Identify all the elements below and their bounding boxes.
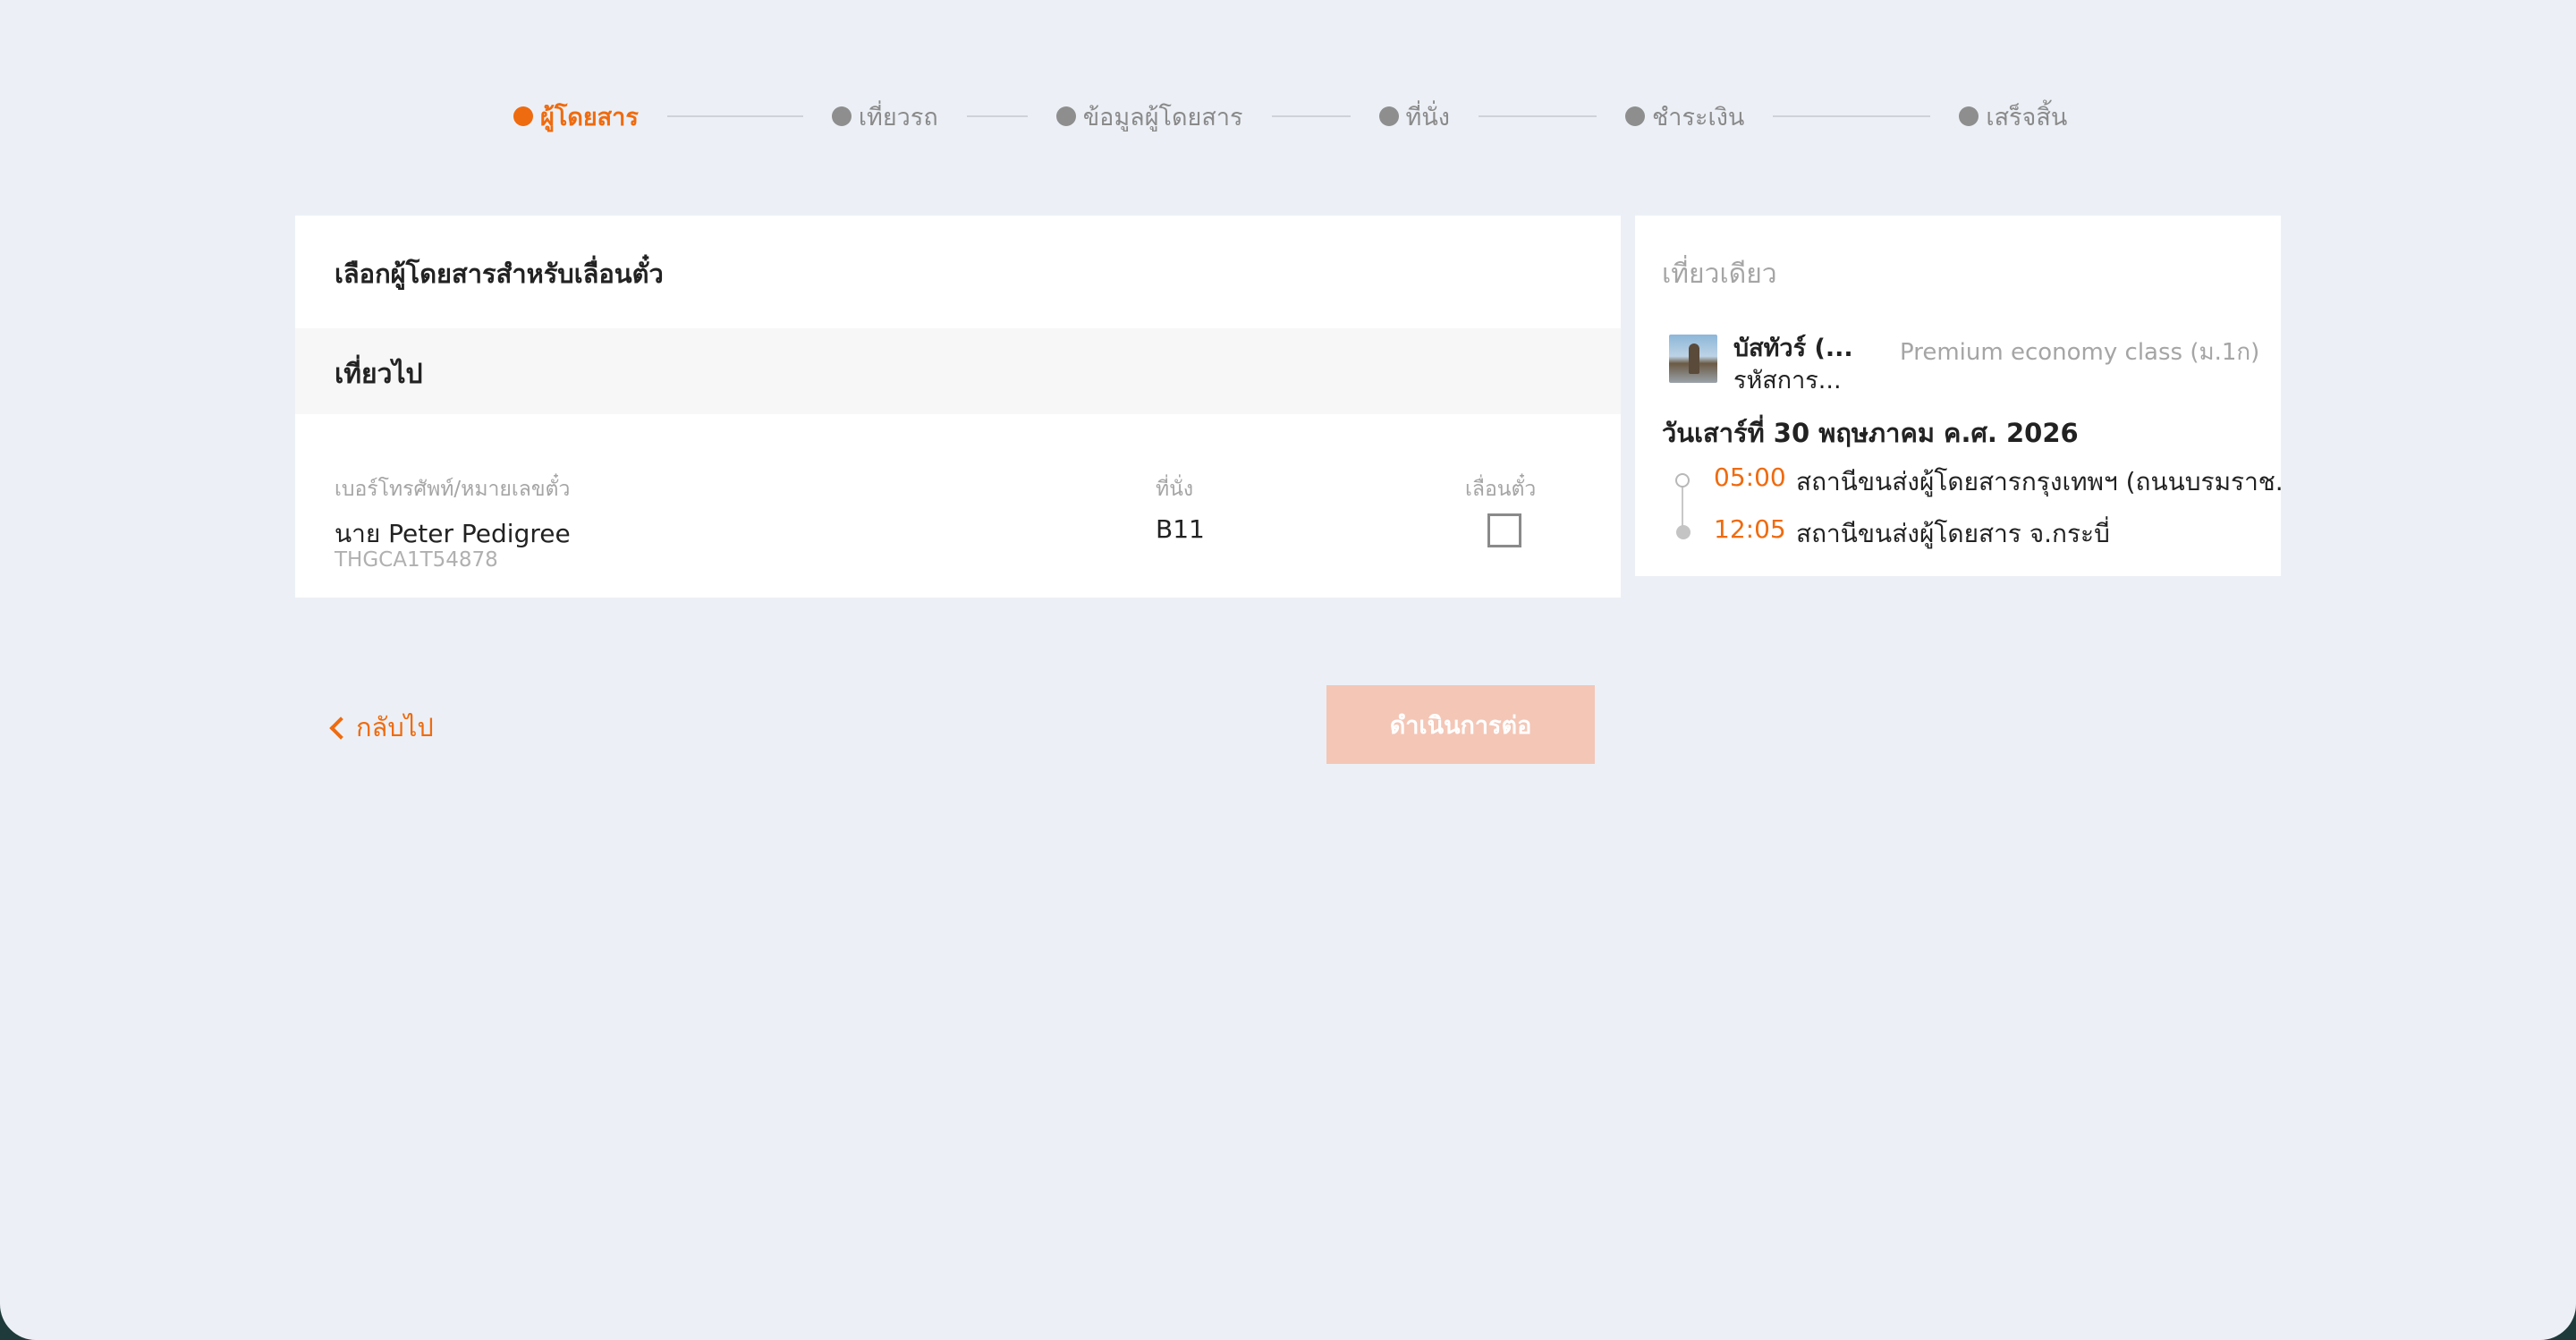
step-connector <box>1773 115 1931 117</box>
back-label: กลับไป <box>356 712 434 742</box>
trip-summary-card: เที่ยวเดียว บัสทัวร์ (... รหัสการ... Pre… <box>1635 216 2281 576</box>
arrival-time: 12:05 <box>1714 514 1786 544</box>
arrival-dot-icon <box>1676 525 1690 539</box>
step-label: เสร็จสิ้น <box>1986 103 2068 131</box>
column-header-passenger: เบอร์โทรศัพท์/หมายเลขตั๋ว <box>335 478 571 501</box>
chevron-left-icon <box>329 717 352 740</box>
operator-code: รหัสการ... <box>1733 367 1842 394</box>
reschedule-checkbox[interactable] <box>1487 513 1521 547</box>
step-dot-icon <box>831 106 852 126</box>
step-label: เที่ยวรถ <box>858 103 938 131</box>
bus-class: Premium economy class (ม.1ก) <box>1900 339 2260 366</box>
step-connector <box>666 115 803 117</box>
continue-button[interactable]: ดำเนินการต่อ <box>1326 685 1595 764</box>
trip-type: เที่ยวเดียว <box>1662 259 1777 290</box>
passenger-selection-card: เลือกผู้โดยสารสำหรับเลื่อนตั๋ว เที่ยวไป … <box>295 216 1621 598</box>
step-passenger-info: ข้อมูลผู้โดยสาร <box>1055 98 1243 136</box>
column-header-reschedule: เลื่อนตั๋ว <box>1465 478 1537 501</box>
departure-dot-icon <box>1675 473 1690 488</box>
card-title: เลือกผู้โดยสารสำหรับเลื่อนตั๋ว <box>335 259 664 289</box>
section-title: เที่ยวไป <box>335 359 423 390</box>
step-connector <box>1478 115 1597 117</box>
step-label: ชำระเงิน <box>1651 103 1745 131</box>
step-done: เสร็จสิ้น <box>1959 98 2067 136</box>
outbound-section-header: เที่ยวไป <box>295 328 1621 414</box>
step-payment: ชำระเงิน <box>1624 98 1745 136</box>
step-dot-icon <box>1378 106 1399 126</box>
seat-number: B11 <box>1156 514 1205 544</box>
step-connector <box>966 115 1028 117</box>
step-label: ที่นั่ง <box>1405 103 1450 131</box>
step-label: ข้อมูลผู้โดยสาร <box>1082 103 1243 131</box>
operator-logo <box>1669 335 1717 383</box>
step-dot-icon <box>1624 106 1645 126</box>
step-label: ผู้โดยสาร <box>540 103 639 131</box>
step-dot-icon <box>1959 106 1979 126</box>
step-passenger: ผู้โดยสาร <box>513 98 639 136</box>
step-connector <box>1271 115 1351 117</box>
step-trip: เที่ยวรถ <box>831 98 938 136</box>
app-window: ผู้โดยสาร เที่ยวรถ ข้อมูลผู้โดยสาร ที่นั… <box>0 0 2576 1340</box>
trip-date: วันเสาร์ที่ 30 พฤษภาคม ค.ศ. 2026 <box>1662 418 2079 448</box>
departure-time: 05:00 <box>1714 462 1786 492</box>
step-dot-icon <box>1055 106 1076 126</box>
progress-stepper: ผู้โดยสาร เที่ยวรถ ข้อมูลผู้โดยสาร ที่นั… <box>513 98 2067 134</box>
step-seat: ที่นั่ง <box>1378 98 1450 136</box>
back-button[interactable]: กลับไป <box>329 707 434 748</box>
column-header-seat: ที่นั่ง <box>1156 478 1194 501</box>
ticket-code: THGCA1T54878 <box>335 548 498 572</box>
arrival-station: สถานีขนส่งผู้โดยสาร จ.กระบี่ <box>1796 519 2110 548</box>
step-dot-icon <box>513 106 533 126</box>
departure-station: สถานีขนส่งผู้โดยสารกรุงเทพฯ (ถนนบรมราช.. <box>1796 467 2281 496</box>
